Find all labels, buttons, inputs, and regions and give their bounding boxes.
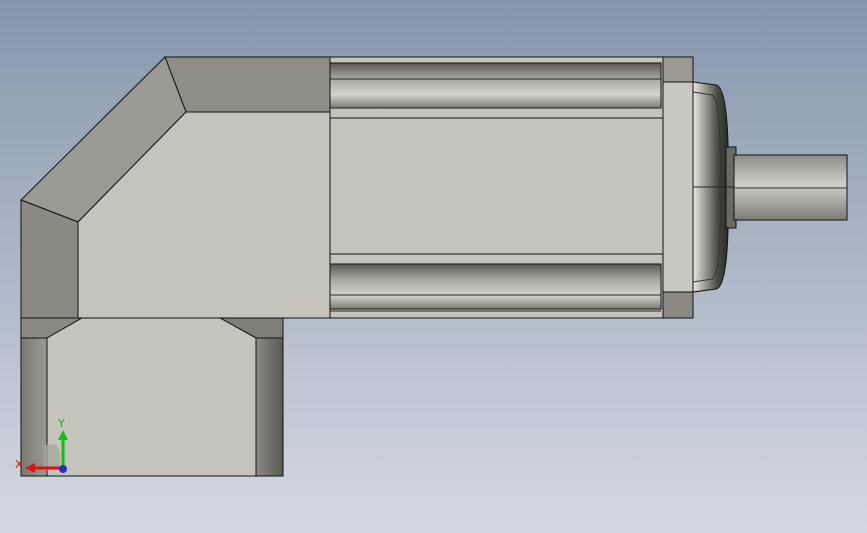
lower-right-side (255, 337, 284, 477)
y-axis-label: Y (57, 417, 65, 430)
end-cap-bottom-step (662, 291, 694, 319)
x-axis-label: X (15, 458, 23, 471)
top-chamfer-face (164, 56, 331, 113)
housing-center-face (329, 117, 664, 255)
end-cap (662, 56, 694, 319)
bottom-fin-rib (329, 263, 662, 310)
cad-viewport[interactable]: Y X (0, 0, 867, 533)
top-fin-rib (329, 62, 662, 109)
triad-shadow (44, 444, 60, 470)
end-cap-top-step (662, 56, 694, 83)
lower-front-face (46, 317, 257, 477)
model-canvas[interactable]: Y X (0, 0, 867, 533)
lower-left-side (20, 337, 48, 477)
triad-origin (59, 465, 67, 473)
